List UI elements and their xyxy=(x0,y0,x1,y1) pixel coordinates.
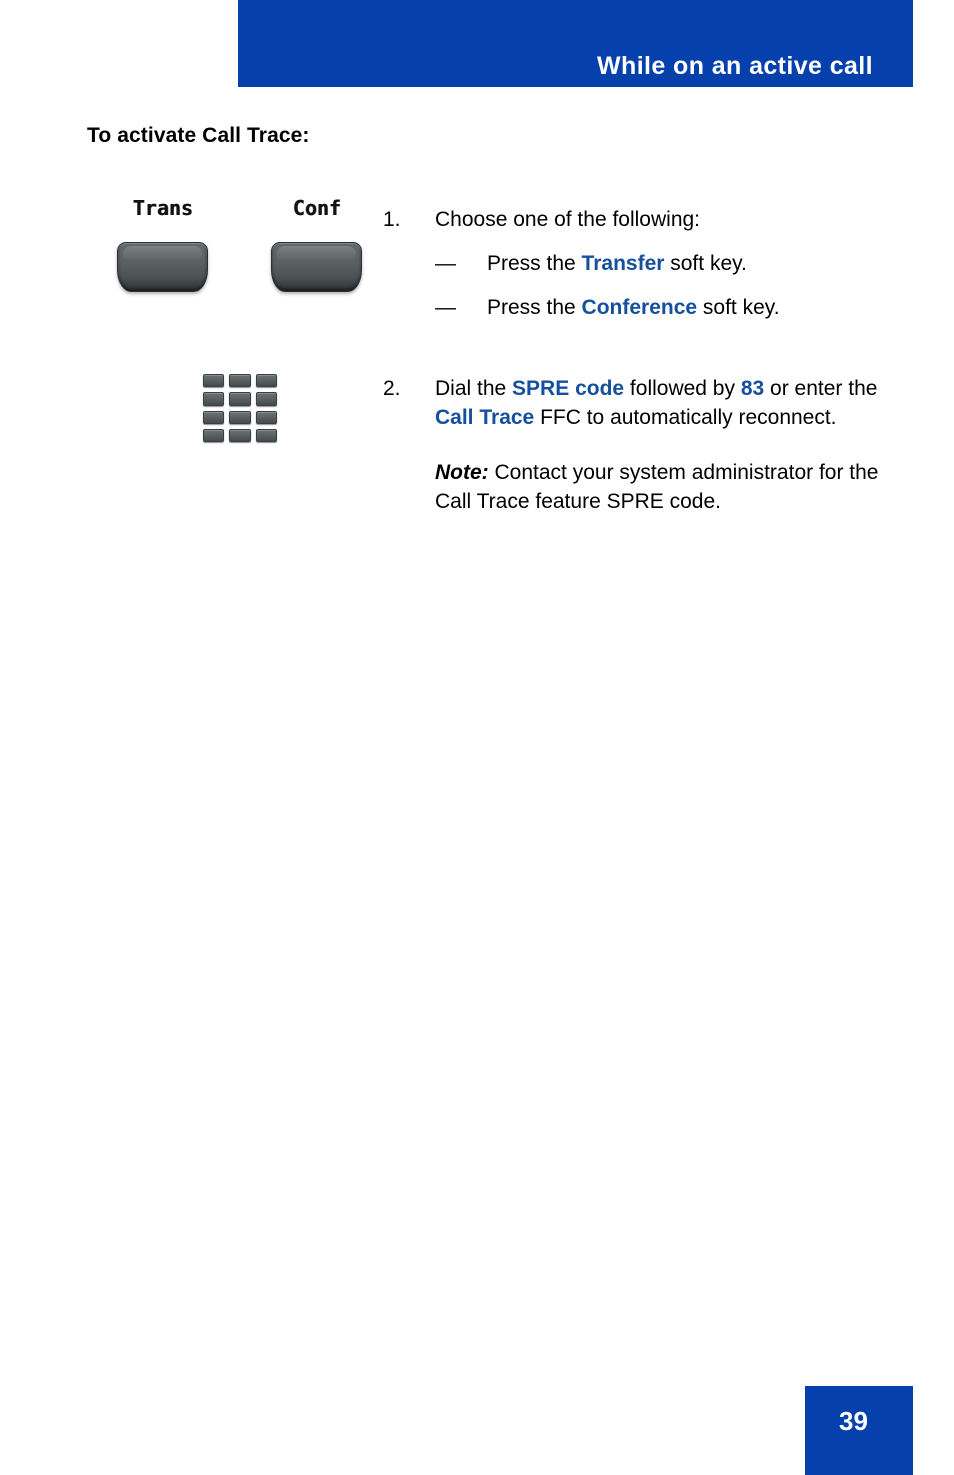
dialpad-key xyxy=(203,374,225,388)
page-number: 39 xyxy=(839,1406,868,1436)
softkey-illustration: Trans Conf xyxy=(100,198,370,308)
dialpad-icon xyxy=(203,374,277,442)
bullet-transfer-emphasis: Transfer xyxy=(581,252,665,275)
dialpad-key xyxy=(229,374,251,388)
bullet-conference-post: soft key. xyxy=(697,296,780,319)
bullet-transfer-post: soft key. xyxy=(664,252,747,275)
step-2-emphasis-call-trace: Call Trace xyxy=(435,406,535,429)
step-2-part-4: FFC to automatically reconnect. xyxy=(534,406,837,429)
dialpad-key xyxy=(229,410,251,424)
softkey-transfer-label: Trans xyxy=(132,196,194,220)
step-2-part-1: Dial the xyxy=(435,377,513,400)
step-1-number: 1. xyxy=(383,208,401,231)
page-title: While on an active call xyxy=(597,52,873,80)
note-label: Note: xyxy=(435,461,489,484)
dialpad-key xyxy=(255,392,277,406)
softkey-conference: Conf xyxy=(271,198,363,292)
step-2-emphasis-83: 83 xyxy=(740,377,765,400)
step-1-bullet-list: — Press the Transfer soft key. — Press the… xyxy=(435,249,883,322)
step-2: 2. Dial the SPRE code followed by 83 or … xyxy=(383,374,883,516)
step-1: 1. Choose one of the following: — Press t… xyxy=(383,205,883,322)
softkey-conference-button-icon xyxy=(271,242,362,292)
dialpad-key xyxy=(203,410,225,424)
bullet-item-transfer: — Press the Transfer soft key. xyxy=(435,249,883,278)
procedure-step-1: 1. Choose one of the following: — Press t… xyxy=(383,205,883,337)
note-text: Contact your system administrator for th… xyxy=(435,461,879,513)
bullet-conference-pre: Press the xyxy=(487,296,582,319)
bullet-transfer-pre: Press the xyxy=(487,252,582,275)
bullet-conference-emphasis: Conference xyxy=(581,296,698,319)
footer-page-box: 39 xyxy=(805,1386,913,1475)
dialpad-key xyxy=(229,428,251,442)
procedure-step-2: 2. Dial the SPRE code followed by 83 or … xyxy=(383,374,883,516)
softkey-conference-label: Conf xyxy=(292,196,342,220)
note-block: Note: Contact your system administrator … xyxy=(435,458,883,516)
step-2-part-3: or enter the xyxy=(764,377,878,400)
dialpad-key xyxy=(255,428,277,442)
dialpad-key xyxy=(203,428,225,442)
step-2-number: 2. xyxy=(383,377,401,400)
bullet-item-conference: — Press the Conference soft key. xyxy=(435,293,883,322)
dialpad-key xyxy=(229,392,251,406)
em-dash: — xyxy=(435,296,456,319)
step-2-part-2: followed by xyxy=(624,377,741,400)
step-1-text: Choose one of the following: xyxy=(435,208,701,231)
dialpad-key xyxy=(255,410,277,424)
em-dash: — xyxy=(435,252,456,275)
dialpad-key xyxy=(203,392,225,406)
step-2-text: Dial the SPRE code followed by 83 or ent… xyxy=(435,374,883,432)
step-2-emphasis-spre-code: SPRE code xyxy=(512,377,625,400)
softkey-transfer-button-icon xyxy=(117,242,208,292)
softkey-transfer: Trans xyxy=(117,198,209,292)
header-banner: While on an active call xyxy=(238,0,913,87)
dialpad-key xyxy=(255,374,277,388)
section-heading: To activate Call Trace: xyxy=(87,124,310,147)
